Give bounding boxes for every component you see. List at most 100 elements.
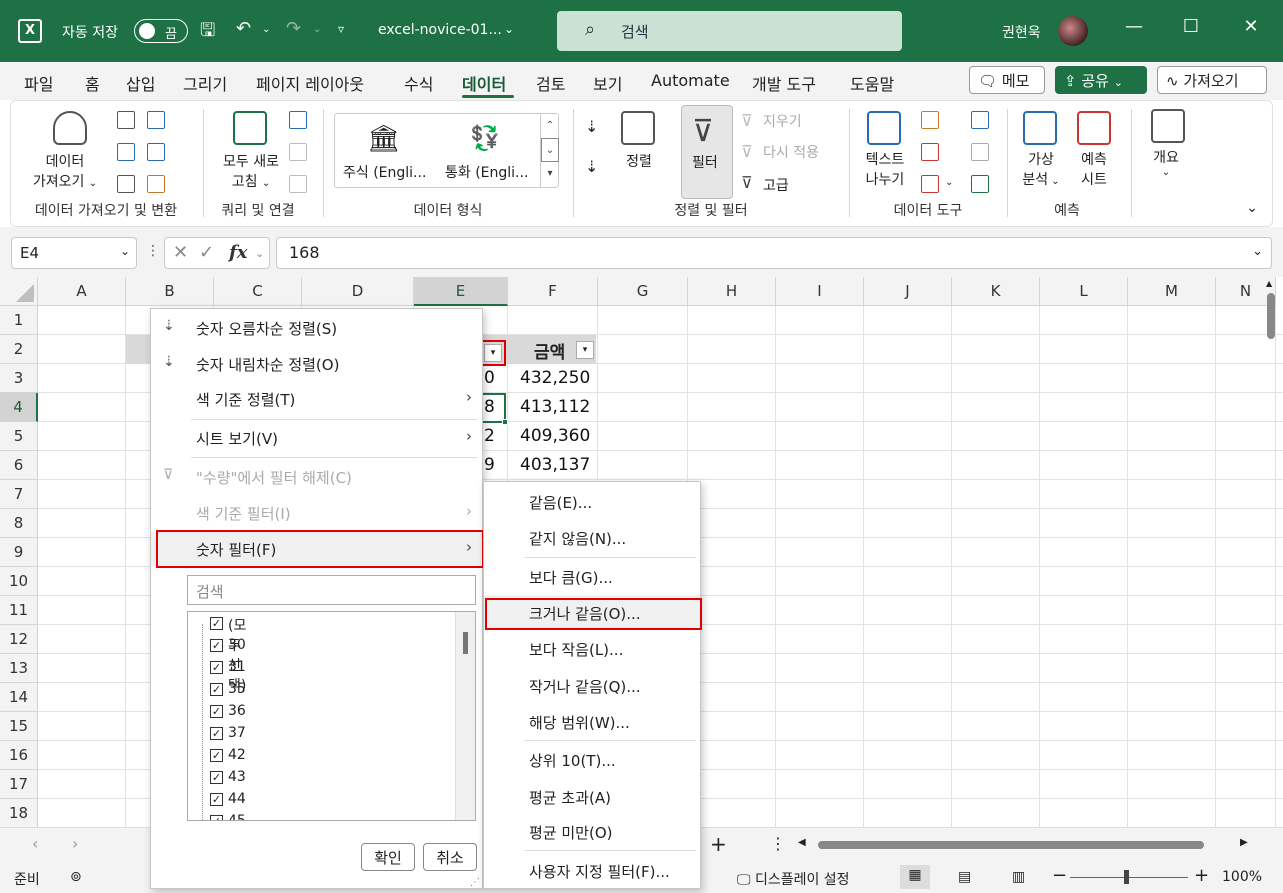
checkbox[interactable]: ✓ <box>210 727 223 740</box>
fill-handle[interactable] <box>502 419 508 425</box>
row-header-15[interactable]: 15 <box>0 712 38 741</box>
filter-dropdown-button[interactable]: ▾ <box>576 341 594 359</box>
web-icon[interactable] <box>117 143 135 161</box>
not-equals-item[interactable]: 같지 않음(N)... <box>484 520 700 554</box>
cell-e3[interactable]: 0 <box>484 368 495 388</box>
comments-button[interactable]: 🗨 메모 <box>969 66 1045 94</box>
remove-duplicates-icon[interactable] <box>921 143 939 161</box>
existing-connections-icon[interactable] <box>147 175 165 193</box>
chevron-down-icon[interactable]: ⌄ <box>541 138 559 162</box>
recent-sources-icon[interactable] <box>147 143 165 161</box>
customize-qat-icon[interactable]: ▿ <box>338 22 344 36</box>
insert-function-button[interactable]: fx <box>229 242 247 263</box>
row-header-12[interactable]: 12 <box>0 625 38 654</box>
scroll-thumb[interactable] <box>1267 293 1275 339</box>
sort-ascending-item[interactable]: ⇣ 숫자 오름차순 정렬(S) <box>151 311 482 345</box>
scroll-left-icon[interactable]: ◀ <box>798 837 806 848</box>
row-header-7[interactable]: 7 <box>0 480 38 509</box>
filter-by-color-item[interactable]: 색 기준 필터(I) › <box>151 496 482 530</box>
row-header-8[interactable]: 8 <box>0 509 38 538</box>
amount-header-cell[interactable]: 금액 ▾ <box>506 335 596 364</box>
chevron-down-icon[interactable]: ⌄ <box>945 177 953 188</box>
zoom-level[interactable]: 100% <box>1222 869 1262 885</box>
add-sheet-icon[interactable]: + <box>710 832 727 856</box>
sort-by-color-item[interactable]: 색 기준 정렬(T) › <box>151 382 482 416</box>
tab-draw[interactable]: 그리기 <box>183 71 227 95</box>
table-range-icon[interactable] <box>117 175 135 193</box>
forecast-sheet-button[interactable]: 예측 시트 <box>1071 149 1117 189</box>
top-10-item[interactable]: 상위 10(T)... <box>484 742 700 776</box>
user-name[interactable]: 권현욱 <box>1002 22 1041 42</box>
filter-values-list[interactable]: ✓ (모두 선택) ✓ 30 ✓ 31 ✓ 35 ✓ 36 ✓ 37 ✓ 42 … <box>187 611 476 821</box>
row-header-17[interactable]: 17 <box>0 770 38 799</box>
chevron-down-icon[interactable]: ⌄ <box>504 22 514 36</box>
row-header-2[interactable]: 2 <box>0 335 38 364</box>
zoom-in-icon[interactable]: + <box>1194 865 1209 886</box>
row-header-13[interactable]: 13 <box>0 654 38 683</box>
row-header-4[interactable]: 4 <box>0 393 38 422</box>
data-validation-icon[interactable] <box>921 175 939 193</box>
list-scroll-thumb[interactable] <box>463 632 468 654</box>
checkbox[interactable]: ✓ <box>210 683 223 696</box>
column-header-b[interactable]: B <box>126 277 214 306</box>
checkbox[interactable]: ✓ <box>210 749 223 762</box>
between-item[interactable]: 해당 범위(W)... <box>484 704 700 738</box>
row-header-14[interactable]: 14 <box>0 683 38 712</box>
stocks-button[interactable]: 주식 (Engli... <box>343 162 426 182</box>
below-average-item[interactable]: 평균 미만(O) <box>484 814 700 848</box>
tab-insert[interactable]: 삽입 <box>126 71 155 95</box>
more-icon[interactable]: ▾ <box>541 162 559 186</box>
above-average-item[interactable]: 평균 초과(A) <box>484 779 700 813</box>
prev-sheet-icon[interactable]: ‹ <box>32 834 38 853</box>
autosave-toggle[interactable]: 끔 <box>134 19 188 43</box>
zoom-slider[interactable] <box>1070 877 1188 878</box>
queries-connections-icon[interactable] <box>289 111 307 129</box>
row-header-18[interactable]: 18 <box>0 799 38 827</box>
column-header-c[interactable]: C <box>214 277 302 306</box>
chevron-down-icon[interactable]: ⌄ <box>120 244 130 258</box>
cell-f3[interactable]: 432,250 <box>520 368 590 388</box>
clear-button[interactable]: 지우기 <box>763 111 823 131</box>
checkbox[interactable]: ✓ <box>210 815 223 820</box>
maximize-icon[interactable]: ☐ <box>1176 16 1206 37</box>
zoom-slider-thumb[interactable] <box>1124 870 1129 884</box>
what-if-button[interactable]: 가상 분석 ⌄ <box>1015 149 1067 189</box>
tab-page-layout[interactable]: 페이지 레이아웃 <box>256 71 364 95</box>
flash-fill-icon[interactable] <box>921 111 939 129</box>
checkbox[interactable]: ✓ <box>210 617 223 630</box>
formula-input[interactable]: 168 ⌄ <box>276 237 1272 269</box>
checkbox[interactable]: ✓ <box>210 771 223 784</box>
column-header-j[interactable]: J <box>864 277 952 306</box>
normal-view-icon[interactable]: ▦ <box>900 865 930 889</box>
enter-icon[interactable]: ✓ <box>199 242 214 263</box>
column-header-d[interactable]: D <box>302 277 414 306</box>
redo-dropdown-icon[interactable]: ⌄ <box>313 24 321 35</box>
checkbox[interactable]: ✓ <box>210 639 223 652</box>
close-icon[interactable]: ✕ <box>1236 16 1266 37</box>
row-header-9[interactable]: 9 <box>0 538 38 567</box>
picture-data-icon[interactable] <box>147 111 165 129</box>
checkbox[interactable]: ✓ <box>210 661 223 674</box>
tab-data[interactable]: 데이터 <box>462 71 506 95</box>
tab-help[interactable]: 도움말 <box>850 71 894 95</box>
cancel-icon[interactable]: ✕ <box>173 242 188 263</box>
filter-button[interactable]: ⊽ 필터 <box>681 105 733 199</box>
edit-links-icon[interactable] <box>289 175 307 193</box>
redo-icon[interactable]: ↷ <box>286 18 301 39</box>
row-header-6[interactable]: 6 <box>0 451 38 480</box>
row-header-3[interactable]: 3 <box>0 364 38 393</box>
column-header-a[interactable]: A <box>38 277 126 306</box>
column-header-f[interactable]: F <box>508 277 598 306</box>
properties-icon[interactable] <box>289 143 307 161</box>
currency-button[interactable]: 통화 (Engli... <box>445 162 528 182</box>
row-header-11[interactable]: 11 <box>0 596 38 625</box>
tab-home[interactable]: 홈 <box>85 71 100 95</box>
sort-za-icon[interactable]: ⇣ <box>585 157 598 176</box>
consolidate-icon[interactable] <box>971 111 989 129</box>
text-to-columns-button[interactable]: 텍스트 나누기 <box>855 149 915 189</box>
row-header-5[interactable]: 5 <box>0 422 38 451</box>
cell-f4[interactable]: 413,112 <box>520 397 590 417</box>
relationships-icon[interactable] <box>971 143 989 161</box>
scroll-up-icon[interactable]: ▲ <box>1266 279 1272 288</box>
expand-formula-icon[interactable]: ⌄ <box>1252 244 1263 259</box>
